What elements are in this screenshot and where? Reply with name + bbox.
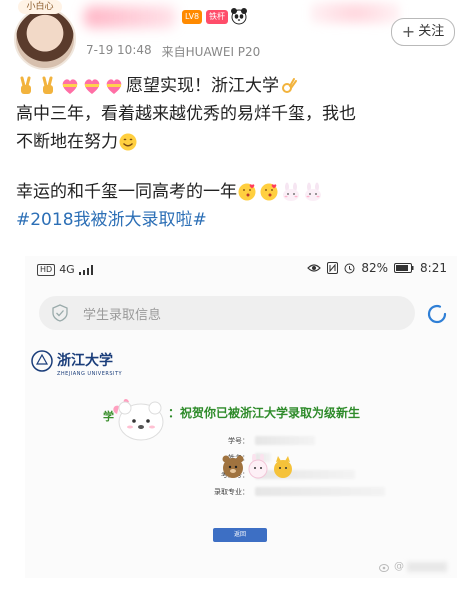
post-source: 来自HUAWEI P20	[161, 45, 261, 59]
search-bar[interactable]: 学生录取信息	[39, 296, 415, 330]
post-timestamp: 7-19 10:48	[86, 43, 152, 57]
label-major: 录取专业：	[214, 488, 249, 496]
post-line-2: 高中三年，看着越来越优秀的易烊千玺，我也	[16, 100, 464, 128]
alarm-icon	[344, 263, 355, 274]
avatar[interactable]	[14, 8, 76, 70]
victory-hand-icon	[20, 76, 31, 94]
kiss-face-icon	[260, 183, 278, 201]
watermark: @	[379, 561, 447, 572]
post-meta: 7-19 10:48 来自HUAWEI P20	[86, 43, 260, 60]
plus-icon: +	[401, 22, 416, 41]
zju-name-cn: 浙江大学	[57, 353, 113, 369]
hd-indicator: HD	[37, 263, 56, 276]
panda-icon	[231, 8, 247, 25]
post-line-5: #2018我被浙大录取啦#	[16, 206, 464, 234]
clock: 8:21	[420, 261, 447, 275]
signal-icon	[78, 264, 93, 275]
embedded-screenshot[interactable]: HD 4G 82% 8:21 学生录取信息 浙江大学 ZHEJIANG UNIV…	[25, 256, 457, 578]
post-line-3: 不断地在努力	[16, 128, 464, 156]
bunny-icon	[305, 182, 321, 201]
weibo-logo-icon	[379, 563, 389, 572]
search-placeholder: 学生录取信息	[83, 307, 162, 323]
level-badge: LV8	[182, 10, 203, 24]
network-label: 4G	[59, 263, 75, 276]
value-major-blurred	[255, 487, 385, 496]
post-text-line-1: 愿望实现！浙江大学	[126, 76, 279, 96]
hashtag-link[interactable]: #2018我被浙大录取啦#	[16, 206, 207, 234]
refresh-icon[interactable]	[425, 302, 449, 326]
heart-gift-icon	[106, 79, 122, 94]
ok-hand-icon	[282, 78, 297, 93]
post-text-line-2: 高中三年，看着越来越优秀的易烊千玺，我也	[16, 104, 356, 124]
post-text-line-4: 幸运的和千玺一同高考的一年	[16, 182, 237, 202]
eye-icon	[307, 264, 322, 272]
fan-badge: 铁杆	[206, 10, 228, 24]
shield-check-icon	[52, 304, 68, 322]
value-student-id-blurred	[255, 436, 315, 445]
watermark-name-blurred	[407, 561, 447, 572]
post-body: 愿望实现！浙江大学 高中三年，看着越来越优秀的易烊千玺，我也 不断地在努力 幸运…	[16, 72, 464, 234]
victory-hand-icon	[42, 76, 53, 94]
status-bar: HD 4G 82% 8:21	[25, 256, 457, 282]
post-text-line-3: 不断地在努力	[16, 132, 118, 152]
zju-seal-icon	[31, 350, 53, 372]
zju-name-en: ZHEJIANG UNIVERSITY	[57, 371, 123, 377]
watermark-handle: @	[394, 561, 404, 572]
kiss-face-icon	[238, 183, 256, 201]
zju-logo: 浙江大学 ZHEJIANG UNIVERSITY	[31, 350, 141, 382]
nfc-icon	[327, 262, 339, 274]
bear-sticker-icon	[113, 398, 164, 441]
smile-icon	[119, 133, 137, 151]
blurred-decoration	[310, 0, 400, 26]
heart-gift-icon	[84, 79, 100, 94]
animal-stickers-icon	[222, 454, 292, 479]
heart-gift-icon	[62, 79, 78, 94]
back-button[interactable]: 返回	[213, 528, 267, 542]
label-student-id: 学号：	[228, 437, 249, 445]
battery-level: 82%	[361, 261, 389, 275]
battery-icon	[394, 263, 414, 273]
username-blurred[interactable]	[84, 6, 176, 28]
post-line-4: 幸运的和千玺一同高考的一年	[16, 178, 464, 206]
follow-button[interactable]: + 关注	[391, 18, 455, 46]
congrats-text: ：祝贺你已被浙江大学录取为级新生	[168, 406, 361, 420]
bunny-icon	[283, 182, 299, 201]
avatar-badge: 小白心	[18, 0, 62, 14]
follow-label: 关注	[418, 24, 445, 39]
post-line-1: 愿望实现！浙江大学	[16, 72, 464, 100]
